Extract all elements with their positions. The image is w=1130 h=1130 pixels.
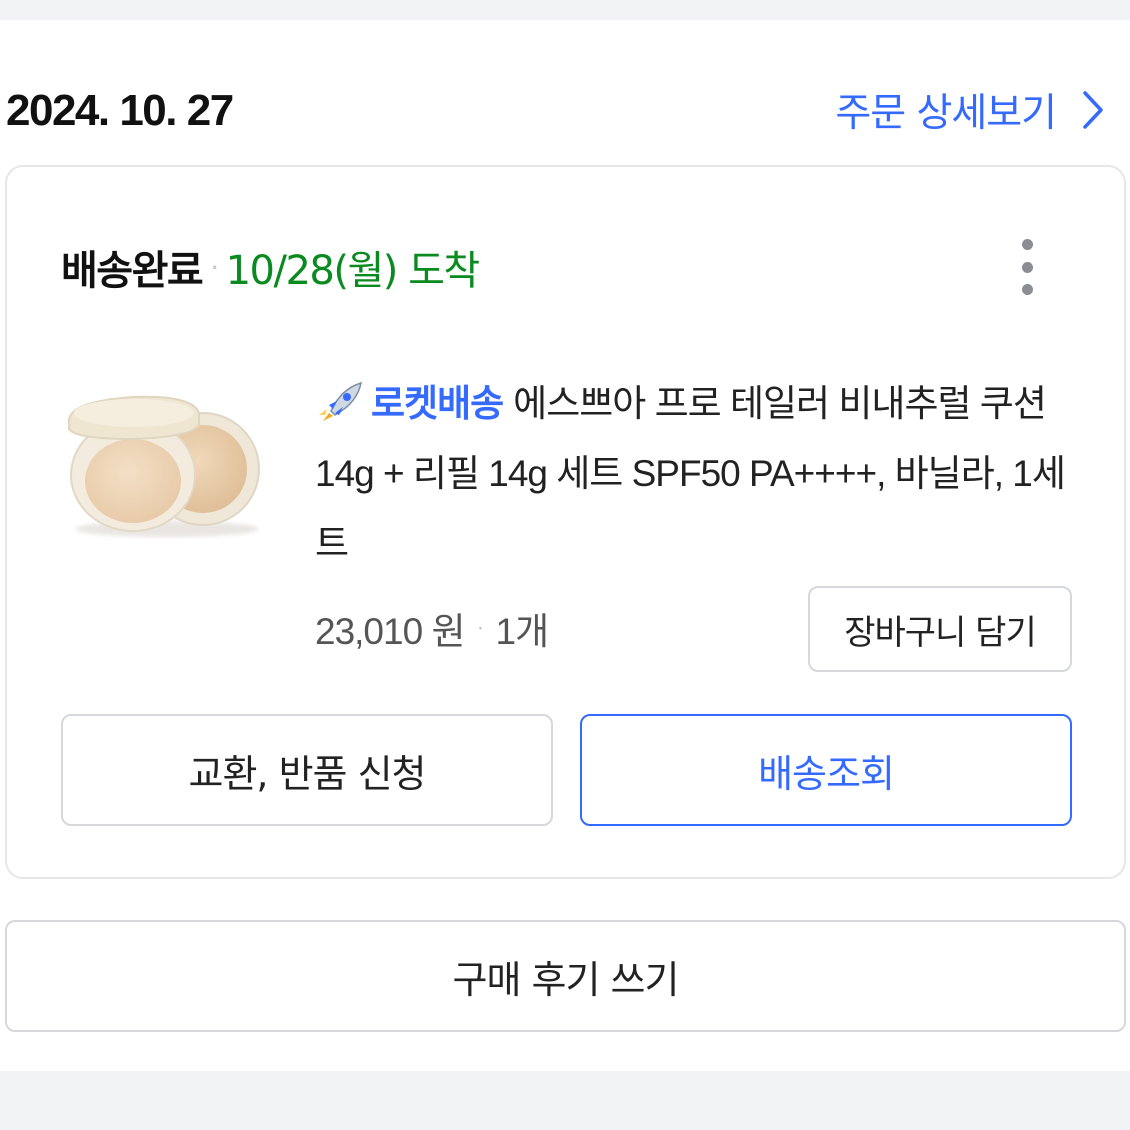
- order-detail-label: 주문 상세보기: [835, 91, 1057, 136]
- status-separator: ·: [210, 250, 219, 284]
- chevron-right-icon: [1083, 91, 1103, 129]
- top-separator-band: [0, 0, 1130, 20]
- product-price: 23,010 원: [315, 611, 465, 652]
- price-separator: ·: [476, 614, 485, 641]
- track-delivery-button[interactable]: 배송조회: [580, 714, 1072, 826]
- order-date: 2024. 10. 27: [6, 86, 234, 135]
- bottom-separator-band: [0, 1071, 1130, 1130]
- product-quantity: 1개: [495, 611, 550, 652]
- product-title-link[interactable]: 로켓배송 에스쁘아 프로 테일러 비내추럴 쿠션 14g + 리필 14g 세트 …: [315, 369, 1095, 579]
- rocket-icon: [319, 381, 362, 421]
- order-header: 2024. 10. 27 주문 상세보기: [0, 20, 1130, 165]
- arrival-date: 10/28(월) 도착: [225, 248, 481, 294]
- rocket-delivery-label: 로켓배송: [371, 383, 504, 424]
- exchange-return-button[interactable]: 교환, 반품 신청: [61, 714, 553, 826]
- more-options-button[interactable]: [1012, 239, 1042, 295]
- delivery-status: 배송완료: [61, 248, 204, 294]
- delivery-status-row: 배송완료 · 10/28(월) 도착: [61, 237, 481, 297]
- price-row: 23,010 원 · 1개: [315, 603, 550, 653]
- product-thumbnail[interactable]: [63, 389, 263, 539]
- add-to-cart-button[interactable]: 장바구니 담기: [808, 586, 1072, 672]
- order-card: 배송완료 · 10/28(월) 도착 로켓배송 에스쁘아 프로 테일러 비내추럴…: [5, 165, 1126, 879]
- order-detail-link[interactable]: 주문 상세보기: [835, 82, 1104, 138]
- write-review-button[interactable]: 구매 후기 쓰기: [5, 920, 1126, 1032]
- more-vertical-icon: [1021, 239, 1033, 250]
